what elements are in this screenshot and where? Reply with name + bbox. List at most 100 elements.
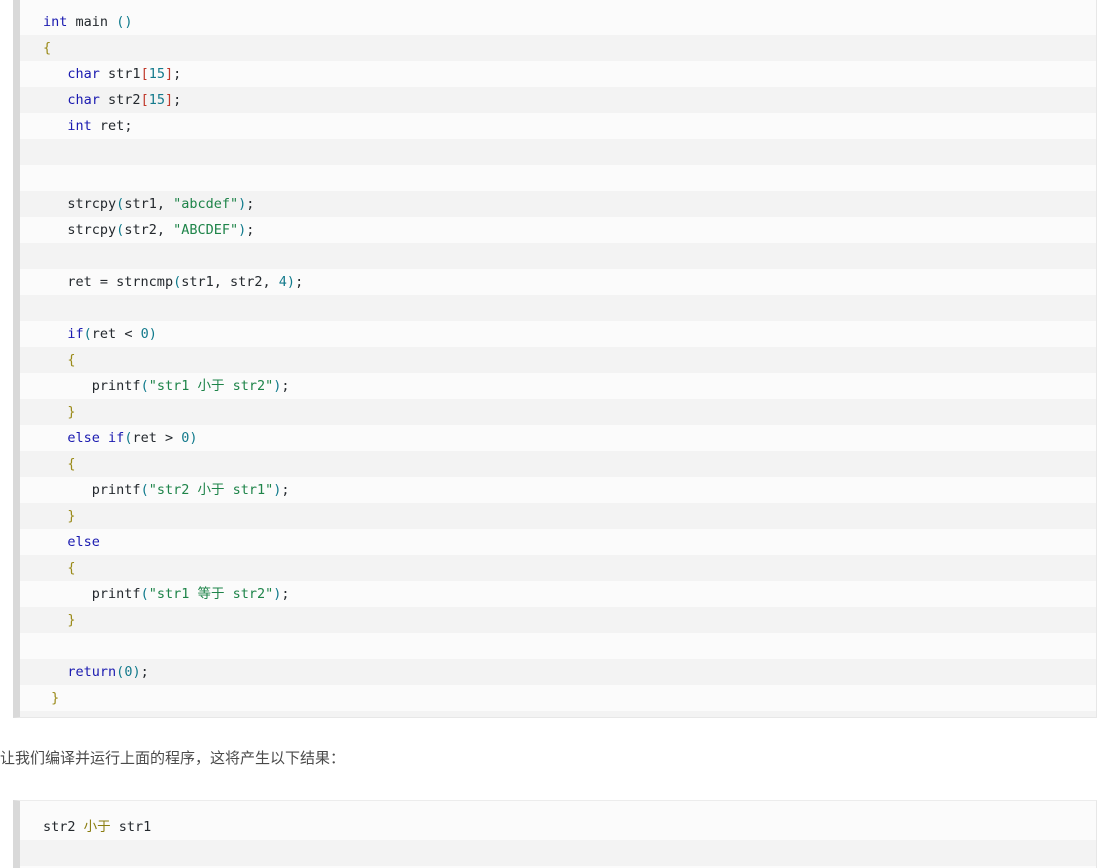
code-token: = bbox=[91, 274, 117, 290]
code-token: 小于 bbox=[83, 819, 111, 835]
code-token: ( bbox=[140, 586, 149, 602]
code-token: int bbox=[43, 14, 68, 30]
code-line: { bbox=[20, 35, 1096, 61]
code-token: { bbox=[67, 560, 76, 576]
code-line: else bbox=[20, 529, 1096, 555]
code-token: else bbox=[67, 534, 100, 550]
code-token: , bbox=[213, 274, 230, 290]
code-line: printf("str1 等于 str2"); bbox=[20, 581, 1096, 607]
code-token: ret bbox=[132, 430, 157, 446]
code-token: ( bbox=[173, 274, 182, 290]
code-line: } bbox=[20, 399, 1096, 425]
code-token: char bbox=[67, 92, 100, 108]
code-token: ret bbox=[91, 326, 117, 342]
code-token: "str1 等于 str2" bbox=[148, 586, 274, 602]
code-line: char str1[15]; bbox=[20, 61, 1096, 87]
code-line: } bbox=[20, 607, 1096, 633]
code-token: ( bbox=[140, 482, 149, 498]
code-token: strcpy bbox=[67, 196, 117, 212]
code-token: 4 bbox=[278, 274, 287, 290]
code-token: ; bbox=[173, 92, 182, 108]
code-line bbox=[20, 840, 1096, 866]
code-token: } bbox=[67, 508, 76, 524]
code-token: ; bbox=[295, 274, 304, 290]
code-token: return bbox=[67, 664, 117, 680]
code-line: ret = strncmp(str1, str2, 4); bbox=[20, 269, 1096, 295]
code-line: return(0); bbox=[20, 659, 1096, 685]
code-token: { bbox=[43, 40, 52, 56]
code-line: int ret; bbox=[20, 113, 1096, 139]
code-token: 0 bbox=[140, 326, 149, 342]
code-token: char bbox=[67, 66, 100, 82]
code-block-c-source[interactable]: int main (){ char str1[15]; char str2[15… bbox=[13, 0, 1097, 718]
compile-run-description: 让我们编译并运行上面的程序，这将产生以下结果： bbox=[0, 750, 346, 767]
code-token: "str1 小于 str2" bbox=[148, 378, 274, 394]
code-line: char str2[15]; bbox=[20, 87, 1096, 113]
code-token: if bbox=[108, 430, 125, 446]
code-line bbox=[20, 295, 1096, 321]
code-token: str1 bbox=[181, 274, 214, 290]
code-token: strcpy bbox=[67, 222, 117, 238]
code-token: < bbox=[116, 326, 141, 342]
code-token: , bbox=[156, 222, 174, 238]
code-token: { bbox=[67, 352, 76, 368]
code-block-output[interactable]: str2 小于 str1 bbox=[13, 800, 1097, 868]
code-line bbox=[20, 633, 1096, 659]
code-token: { bbox=[67, 456, 76, 472]
code-line: printf("str2 小于 str1"); bbox=[20, 477, 1096, 503]
code-token: ( bbox=[83, 326, 92, 342]
code-token: } bbox=[67, 404, 76, 420]
code-token: ( bbox=[140, 378, 149, 394]
code-token: strncmp bbox=[116, 274, 174, 290]
code-token: str2 bbox=[124, 222, 157, 238]
code-token: if bbox=[67, 326, 84, 342]
code-token: str2 bbox=[108, 92, 141, 108]
code-token: ret bbox=[67, 274, 92, 290]
code-token: "str2 小于 str1" bbox=[148, 482, 274, 498]
code-token: 15 bbox=[148, 66, 165, 82]
code-token: ; bbox=[124, 118, 133, 134]
code-token: str1 bbox=[110, 819, 152, 835]
code-line: int main () bbox=[20, 9, 1096, 35]
code-token: , bbox=[156, 196, 174, 212]
code-line: } bbox=[20, 503, 1096, 529]
code-token: ; bbox=[281, 482, 290, 498]
code-token: ; bbox=[281, 586, 290, 602]
code-token: str2 bbox=[43, 819, 84, 835]
code-line bbox=[20, 139, 1096, 165]
code-token: int bbox=[67, 118, 92, 134]
code-token: ) bbox=[132, 664, 141, 680]
code-token: str1 bbox=[108, 66, 141, 82]
code-token: ; bbox=[246, 222, 255, 238]
code-line: { bbox=[20, 347, 1096, 373]
code-line: strcpy(str2, "ABCDEF"); bbox=[20, 217, 1096, 243]
code-token: str2 bbox=[230, 274, 263, 290]
code-token: ) bbox=[189, 430, 198, 446]
code-token: [ bbox=[140, 66, 149, 82]
code-token: "ABCDEF" bbox=[173, 222, 239, 238]
code-token: ; bbox=[173, 66, 182, 82]
code-token: ; bbox=[281, 378, 290, 394]
code-token: ) bbox=[286, 274, 296, 290]
code-token: } bbox=[51, 690, 60, 706]
code-line: strcpy(str1, "abcdef"); bbox=[20, 191, 1096, 217]
code-token: str1 bbox=[124, 196, 157, 212]
code-lines-output: str2 小于 str1 bbox=[20, 801, 1096, 866]
code-token: 15 bbox=[148, 92, 165, 108]
